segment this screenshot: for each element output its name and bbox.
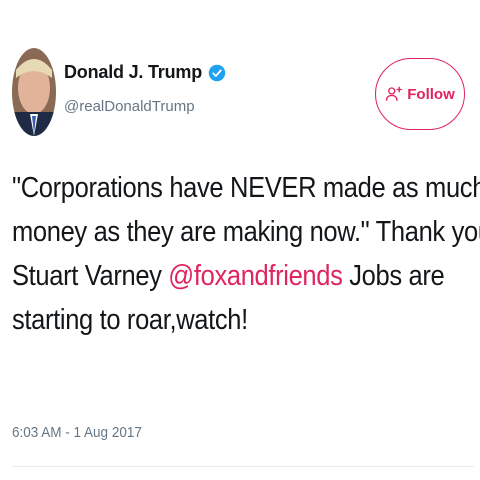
author-handle[interactable]: @realDonaldTrump	[64, 98, 195, 115]
tweet-card: Donald J. Trump @realDonaldTrump Follow …	[0, 0, 480, 480]
user-avatar-icon	[12, 48, 56, 136]
tweet-text-line: "Corporations have NEVER made as much	[12, 172, 480, 204]
tweet-timestamp[interactable]: 6:03 AM - 1 Aug 2017	[12, 424, 142, 441]
tweet-text-line: starting to roar,watch!	[12, 304, 248, 336]
author-display-name[interactable]: Donald J. Trump	[64, 62, 202, 83]
author-avatar[interactable]	[12, 48, 56, 136]
tweet-text-segment: Jobs are	[342, 260, 445, 292]
tweet-text-segment: Stuart Varney	[12, 260, 169, 292]
follow-button-label: Follow	[407, 85, 455, 103]
verified-badge-icon	[208, 64, 226, 82]
tweet-text-line: Stuart Varney @foxandfriends Jobs are	[12, 254, 445, 298]
divider	[12, 466, 474, 467]
mention-link-foxandfriends[interactable]: @foxandfriends	[168, 260, 343, 292]
author-name-row: Donald J. Trump	[64, 62, 226, 83]
tweet-text-line: money as they are making now." Thank you	[12, 216, 480, 248]
follow-button[interactable]: Follow	[375, 58, 465, 130]
add-user-icon	[385, 85, 403, 103]
tweet-text: "Corporations have NEVER made as much mo…	[12, 166, 480, 342]
